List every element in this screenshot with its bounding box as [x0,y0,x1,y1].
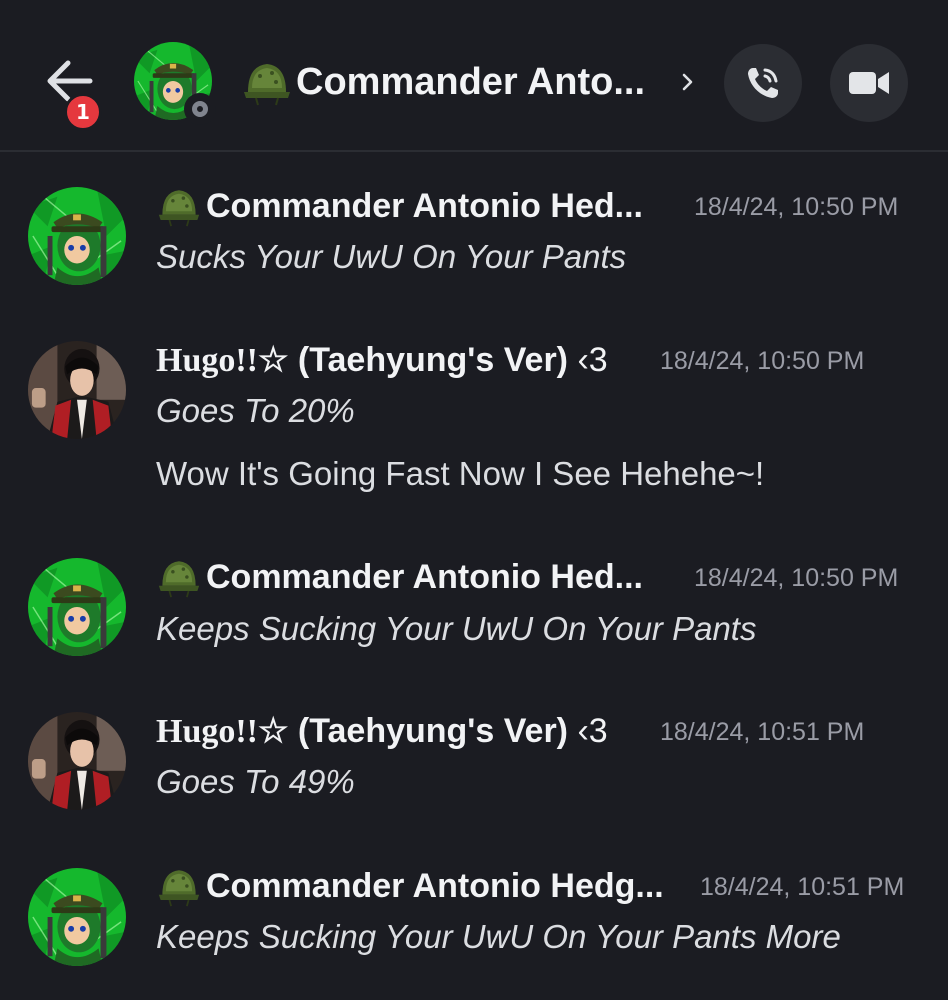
avatar[interactable] [28,341,126,439]
message-author[interactable]: Hugo!!☆ (Taehyung's Ver) ‹3 [156,711,608,751]
author-name-rest: (Taehyung's Ver) [288,341,569,379]
channel-title-button[interactable]: Commander Anto... [242,52,645,112]
message-text: Keeps Sucking Your UwU On Your Pants [156,610,757,647]
message-timestamp: 18/4/24, 10:51 PM [660,718,865,746]
message-author[interactable]: Commander Antonio Hed... [206,187,643,226]
message-text: Goes To 20% [156,392,355,429]
army-helmet-icon [156,185,202,227]
message-text: Goes To 49% [156,763,355,800]
avatar[interactable] [28,868,126,966]
author-name-rest: (Taehyung's Ver) [288,712,569,750]
offline-status-icon [192,101,208,117]
author-name-main: Hugo!!☆ [156,713,289,750]
message-author[interactable]: Hugo!!☆ (Taehyung's Ver) ‹3 [156,340,608,380]
video-call-button[interactable] [830,44,908,122]
voice-call-button[interactable] [724,44,802,122]
message-text: Sucks Your UwU On Your Pants [156,238,627,275]
author-name-tail: ‹3 [568,712,608,750]
author-name-main: Hugo!!☆ [156,342,289,379]
video-camera-icon [849,72,889,94]
army-helmet-icon [242,58,292,106]
avatar[interactable] [28,558,126,656]
army-helmet-icon [156,556,202,598]
notification-badge: 1 [64,93,102,131]
page-title: Commander Anto... [296,60,646,103]
message-text: Keeps Sucking Your UwU On Your Pants Mor… [156,918,841,955]
message-author[interactable]: Commander Antonio Hed... [206,558,643,597]
avatar[interactable] [28,187,126,285]
message-author[interactable]: Commander Antonio Hedg... [206,867,664,906]
message-timestamp: 18/4/24, 10:50 PM [694,564,899,592]
phone-call-icon [748,68,778,98]
status-indicator [184,93,216,125]
message-timestamp: 18/4/24, 10:51 PM [700,873,905,901]
message-text: Wow It's Going Fast Now I See Hehehe~! [156,455,765,492]
message-timestamp: 18/4/24, 10:50 PM [694,193,899,221]
message-timestamp: 18/4/24, 10:50 PM [660,347,865,375]
chat-header: 1 Commander Anto... [0,0,948,152]
author-name-tail: ‹3 [568,341,608,379]
army-helmet-icon [156,865,202,907]
avatar[interactable] [28,712,126,810]
chevron-right-icon[interactable] [680,70,696,94]
